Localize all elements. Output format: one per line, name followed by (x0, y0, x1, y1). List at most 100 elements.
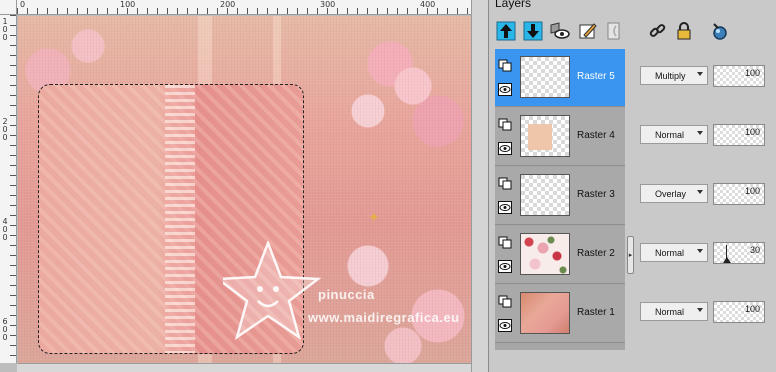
blend-mode-select[interactable]: Normal (640, 302, 708, 321)
layer-link-button[interactable] (603, 20, 625, 42)
blend-mode-value: Multiply (655, 70, 686, 81)
dropdown-arrow-icon (697, 131, 703, 135)
layer-icons (498, 236, 514, 284)
dropdown-arrow-icon (697, 72, 703, 76)
ruler-corner (0, 0, 17, 15)
canvas-area: 0 100 200 300 400 1 0 0 2 0 0 4 0 0 6 0 … (0, 0, 488, 372)
layer-name: Raster 3 (577, 189, 615, 200)
layer-name: Raster 5 (577, 71, 615, 82)
ruler-vertical: 1 0 0 2 0 0 4 0 0 6 0 0 (0, 15, 17, 363)
opacity-control[interactable]: 30 (713, 242, 765, 264)
layer-name: Raster 1 (577, 307, 615, 318)
ruler-ticks-horizontal (17, 8, 471, 14)
visibility-eye-icon[interactable] (498, 83, 512, 96)
ruler-number: 0 (2, 133, 8, 142)
blend-mode-value: Normal (655, 247, 685, 258)
layer-props-raster-4: Normal 100 (637, 108, 776, 166)
blend-mode-select[interactable]: Overlay (640, 184, 708, 203)
layer-thumbnail (520, 56, 570, 98)
visibility-eye-icon[interactable] (498, 319, 512, 332)
ruler-number: 300 (320, 0, 336, 9)
layer-thumbnail (520, 233, 570, 275)
opacity-value: 30 (749, 245, 760, 255)
opacity-value: 100 (744, 304, 760, 314)
layer-edit-icon (579, 23, 597, 39)
lock-button[interactable] (673, 20, 695, 42)
link-layers-button[interactable] (647, 20, 669, 42)
raster-layer-icon[interactable] (498, 177, 512, 190)
vertical-scrollbar[interactable] (471, 0, 488, 372)
opacity-value: 100 (744, 127, 760, 137)
layer-row-raster-2[interactable]: Raster 2 (495, 226, 625, 284)
new-layer-down-icon (523, 21, 543, 41)
panel-splitter[interactable]: ▸ (627, 236, 634, 274)
chain-link-icon (649, 24, 666, 37)
raster-layer-icon[interactable] (498, 295, 512, 308)
layer-props-raster-1: Normal 100 (637, 285, 776, 343)
layer-row-raster-3[interactable]: Raster 3 (495, 167, 625, 225)
blend-mode-value: Normal (655, 306, 685, 317)
opacity-value: 100 (744, 68, 760, 78)
watermark-url: www.maidiregrafica.eu (308, 310, 460, 325)
layer-props-raster-5: Multiply 100 (637, 49, 776, 107)
mask-button[interactable] (709, 20, 731, 42)
ruler-number: 0 (20, 0, 26, 9)
ruler-number: 0 (2, 333, 8, 342)
blend-mode-value: Normal (655, 129, 685, 140)
layer-thumbnail (520, 115, 570, 157)
lace-strip (165, 85, 195, 353)
lock-icon (677, 22, 691, 40)
ruler-ticks-vertical (10, 15, 16, 363)
watermark-name: pinuccia (318, 287, 375, 302)
visibility-eye-icon[interactable] (498, 201, 512, 214)
ruler-number: 200 (220, 0, 236, 9)
blend-mode-select[interactable]: Normal (640, 243, 708, 262)
layer-icons (498, 295, 514, 343)
ruler-number: 0 (2, 233, 8, 242)
new-layer-down-button[interactable] (522, 20, 544, 42)
panel-title: Layers (495, 0, 532, 10)
dropdown-arrow-icon (697, 190, 703, 194)
layer-row-raster-5[interactable]: Raster 5 (495, 49, 625, 107)
layer-icons (498, 177, 514, 225)
opacity-value: 100 (744, 186, 760, 196)
layer-visibility-icon (550, 22, 570, 39)
dropdown-arrow-icon (697, 308, 703, 312)
layer-icons (498, 59, 514, 107)
layer-row-raster-4[interactable]: Raster 4 (495, 108, 625, 166)
horizontal-scrollbar[interactable] (17, 363, 471, 372)
opacity-control[interactable]: 100 (713, 183, 765, 205)
layer-row-raster-1[interactable]: Raster 1 (495, 285, 625, 343)
opacity-slider-handle[interactable] (723, 257, 731, 263)
opacity-control[interactable]: 100 (713, 301, 765, 323)
image-canvas[interactable]: ✦ pinuccia www.maidiregrafica.eu (18, 16, 471, 363)
layer-visibility-button[interactable] (549, 20, 571, 42)
layer-thumbnail (520, 174, 570, 216)
raster-layer-icon[interactable] (498, 118, 512, 131)
layer-thumbnail (520, 292, 570, 334)
butterfly-icon: ✦ (368, 209, 380, 225)
watermark-star-icon (223, 241, 322, 340)
layers-palette: Layers Raster 5 Raster 4 Raster 3 Raster… (488, 0, 776, 372)
opacity-control[interactable]: 100 (713, 65, 765, 87)
blend-mode-select[interactable]: Normal (640, 125, 708, 144)
raster-layer-icon[interactable] (498, 236, 512, 249)
layer-edit-button[interactable] (577, 20, 599, 42)
ruler-horizontal: 0 100 200 300 400 (17, 0, 471, 15)
dropdown-arrow-icon (697, 249, 703, 253)
layer-link-icon (607, 22, 620, 40)
visibility-eye-icon[interactable] (498, 260, 512, 273)
new-layer-up-button[interactable] (495, 20, 517, 42)
raster-layer-icon[interactable] (498, 59, 512, 72)
layer-props-raster-2: Normal 30 (637, 226, 776, 284)
ruler-number: 0 (2, 33, 8, 42)
blend-mode-select[interactable]: Multiply (640, 66, 708, 85)
ruler-number: 100 (120, 0, 136, 9)
opacity-control[interactable]: 100 (713, 124, 765, 146)
layers-toolbar (495, 20, 775, 44)
new-layer-up-icon (496, 21, 516, 41)
layer-props-raster-3: Overlay 100 (637, 167, 776, 225)
blend-mode-value: Overlay (655, 188, 687, 199)
layer-name: Raster 2 (577, 248, 615, 259)
visibility-eye-icon[interactable] (498, 142, 512, 155)
